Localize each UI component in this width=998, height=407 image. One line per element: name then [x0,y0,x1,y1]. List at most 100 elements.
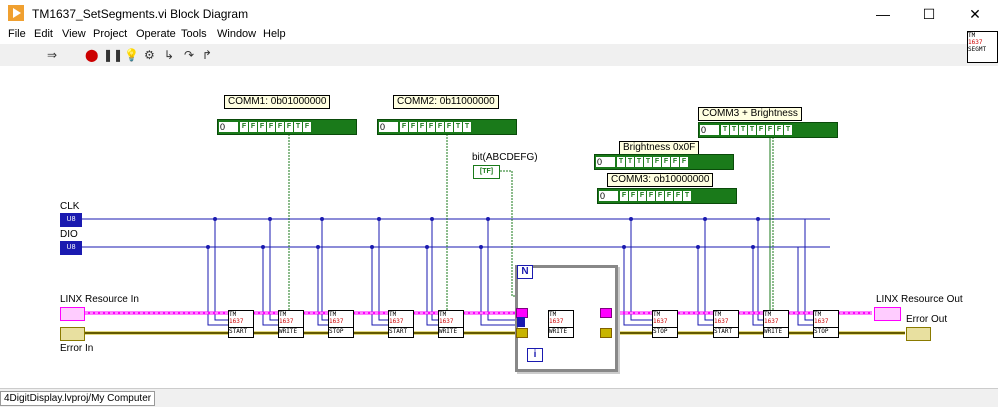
tm1637-write-subvi[interactable]: TM 1637 WRITE [763,310,789,338]
linx-resource-in-terminal[interactable] [60,307,85,321]
comm1-constant[interactable]: 0 F F F F F F T F [217,119,357,135]
bit[interactable]: F [285,122,293,132]
subvi-top-text: TM [389,311,397,318]
tm1637-start-subvi[interactable]: TM 1637 START [713,310,739,338]
bit[interactable]: F [249,122,257,132]
bit[interactable]: F [638,191,646,201]
bit[interactable]: F [409,122,417,132]
bit[interactable]: F [674,191,682,201]
comm3-constant[interactable]: 0 F F F F F F F T [597,188,737,204]
auto-index-tunnel[interactable] [517,317,525,327]
bit[interactable]: T [739,125,747,135]
comm3-brightness-constant[interactable]: 0 T T T T F F F T [698,122,838,138]
project-path-status: 4DigitDisplay.lvproj/My Computer [0,391,156,406]
tm1637-write-subvi-in-loop[interactable]: TM 1637 WRITE [548,310,574,338]
bit[interactable]: F [436,122,444,132]
subvi-top-text: TM [814,311,822,318]
subvi-bottom-text: WRITE [764,327,788,335]
bit[interactable]: F [445,122,453,132]
error-in-label: Error In [60,343,94,354]
subvi-mid-text: 1637 [764,318,779,325]
subvi-mid-text: 1637 [814,318,829,325]
bit[interactable]: F [656,191,664,201]
bit[interactable]: F [647,191,655,201]
bit-abcdefg-label: bit(ABCDEFG) [472,152,538,163]
shift-register-right-linx[interactable] [600,308,612,318]
bit-abcdefg-terminal[interactable]: [TF] [473,165,500,179]
bit[interactable]: F [653,157,661,167]
bit[interactable]: F [276,122,284,132]
tm1637-stop-subvi[interactable]: TM 1637 STOP [813,310,839,338]
clk-terminal[interactable]: U8 [60,213,82,227]
tm1637-start-subvi[interactable]: TM 1637 START [388,310,414,338]
subvi-mid-text: 1637 [279,318,294,325]
bit[interactable]: T [463,122,471,132]
comm3-label: COMM3: ob10000000 [607,173,714,187]
subvi-top-text: TM [329,311,337,318]
linx-resource-in-label: LINX Resource In [60,294,139,305]
comm2-constant[interactable]: 0 F F F F F F T T [377,119,517,135]
bit[interactable]: F [757,125,765,135]
bit[interactable]: F [662,157,670,167]
error-in-terminal[interactable] [60,327,85,341]
dio-terminal[interactable]: U8 [60,241,82,255]
comm2-index[interactable]: 0 [379,122,398,132]
subvi-mid-text: 1637 [439,318,454,325]
bit[interactable]: T [748,125,756,135]
bit[interactable]: F [267,122,275,132]
bit[interactable]: T [626,157,634,167]
subvi-bottom-text: WRITE [439,327,463,335]
subvi-top-text: TM [653,311,661,318]
bit[interactable]: F [400,122,408,132]
bit[interactable]: T [635,157,643,167]
bit[interactable]: T [617,157,625,167]
brightness-index[interactable]: 0 [596,157,615,167]
comm3-index[interactable]: 0 [599,191,618,201]
tm1637-write-subvi[interactable]: TM 1637 WRITE [438,310,464,338]
bit[interactable]: T [784,125,792,135]
comm2-label: COMM2: 0b11000000 [393,95,499,109]
tm1637-stop-subvi[interactable]: TM 1637 STOP [652,310,678,338]
subvi-top-text: TM [714,311,722,318]
bit[interactable]: F [671,157,679,167]
comm1-index[interactable]: 0 [219,122,238,132]
tm1637-write-subvi[interactable]: TM 1637 WRITE [278,310,304,338]
subvi-bottom-text: START [714,327,738,335]
subvi-top-text: TM [229,311,237,318]
bit[interactable]: T [454,122,462,132]
bit[interactable]: F [258,122,266,132]
bit[interactable]: F [303,122,311,132]
bit[interactable]: T [721,125,729,135]
shift-register-right-error[interactable] [600,328,612,338]
brightness-constant[interactable]: 0 T T T T F F F F [594,154,734,170]
error-out-terminal[interactable] [906,327,931,341]
bit[interactable]: F [418,122,426,132]
bit[interactable]: F [629,191,637,201]
bit[interactable]: F [620,191,628,201]
bit[interactable]: F [766,125,774,135]
bit[interactable]: T [730,125,738,135]
wires-layer [80,134,905,335]
subvi-mid-text: 1637 [653,318,668,325]
subvi-top-text: TM [439,311,447,318]
bit[interactable]: F [427,122,435,132]
bit[interactable]: T [683,191,691,201]
bit[interactable]: F [240,122,248,132]
error-out-label: Error Out [906,314,948,325]
bit[interactable]: F [680,157,688,167]
bit[interactable]: F [775,125,783,135]
shift-register-left-error[interactable] [516,328,528,338]
subvi-mid-text: 1637 [329,318,344,325]
loop-count-terminal[interactable]: N [517,265,533,279]
tm1637-stop-subvi[interactable]: TM 1637 STOP [328,310,354,338]
tm1637-start-subvi[interactable]: TM 1637 START [228,310,254,338]
loop-iteration-terminal[interactable]: i [527,348,543,362]
linx-resource-out-terminal[interactable] [874,307,901,321]
comm1-label: COMM1: 0b01000000 [224,95,331,109]
bit[interactable]: T [294,122,302,132]
clk-label: CLK [60,201,80,212]
comm3b-index[interactable]: 0 [700,125,719,135]
bit[interactable]: T [644,157,652,167]
bit[interactable]: F [665,191,673,201]
horizontal-scrollbar[interactable]: 4DigitDisplay.lvproj/My Computer [0,388,998,407]
